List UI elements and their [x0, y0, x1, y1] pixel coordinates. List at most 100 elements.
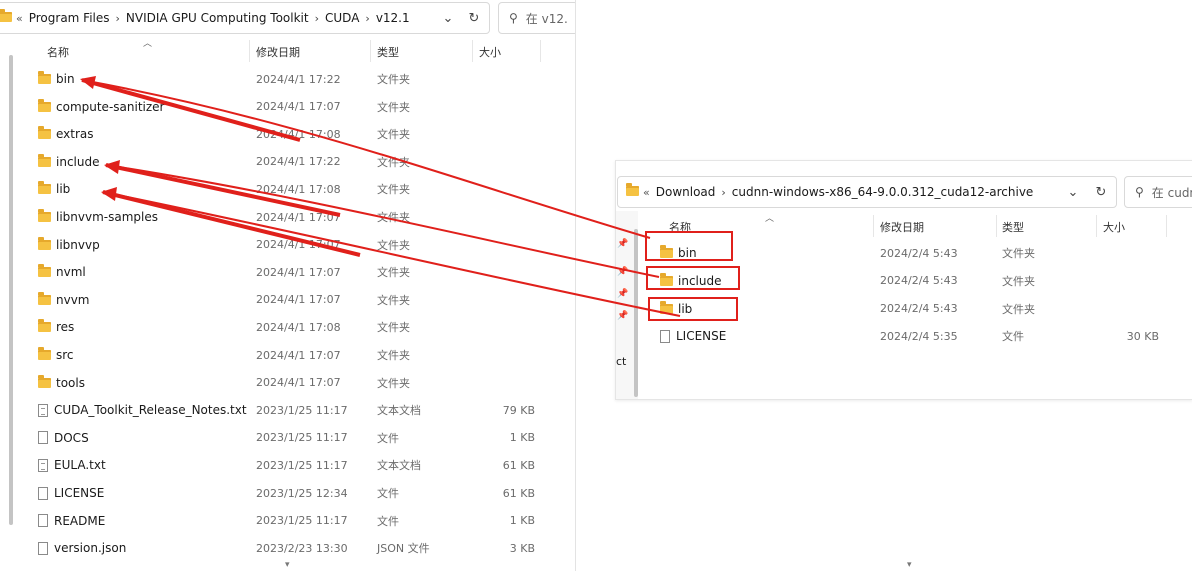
- column-header-type[interactable]: 类型: [1002, 219, 1024, 235]
- file-name-cell[interactable]: tools: [38, 374, 85, 390]
- column-divider[interactable]: [996, 215, 997, 237]
- overflow-chevrons[interactable]: «: [16, 12, 23, 25]
- file-name-cell[interactable]: res: [38, 319, 75, 335]
- chevron-right-icon[interactable]: ›: [365, 12, 369, 25]
- file-size: 1 KB: [509, 514, 535, 528]
- column-header-type[interactable]: 类型: [377, 44, 399, 60]
- column-divider[interactable]: [873, 215, 874, 237]
- file-row-docs[interactable]: DOCS 2023/1/25 11:17 文件 1 KB: [38, 425, 538, 451]
- breadcrumb-v12-1[interactable]: v12.1: [376, 11, 410, 25]
- file-row-bin[interactable]: bin 2024/2/4 5:43 文件夹: [660, 240, 1176, 266]
- file-name-cell[interactable]: src: [38, 347, 74, 362]
- scroll-down-icon[interactable]: ▾: [285, 560, 290, 570]
- column-header-size[interactable]: 大小: [479, 44, 501, 60]
- column-divider[interactable]: [1096, 215, 1097, 237]
- file-name-cell[interactable]: DOCS: [38, 431, 89, 445]
- chevron-right-icon[interactable]: ›: [315, 12, 319, 25]
- file-type: 文件夹: [377, 211, 410, 224]
- column-divider[interactable]: [249, 40, 250, 62]
- folder-icon: [38, 291, 51, 305]
- file-row-include[interactable]: include 2024/4/1 17:22 文件夹: [38, 149, 538, 175]
- file-name-cell[interactable]: compute-sanitizer: [38, 98, 165, 114]
- left-address-bar[interactable]: « Program Files › NVIDIA GPU Computing T…: [0, 2, 490, 34]
- breadcrumb-cuda[interactable]: CUDA: [325, 11, 359, 25]
- file-name-cell[interactable]: nvml: [38, 264, 86, 279]
- file-row-version-json[interactable]: version.json 2023/2/23 13:30 JSON 文件 3 KB: [38, 535, 538, 561]
- file-row-license[interactable]: LICENSE 2024/2/4 5:35 文件 30 KB: [660, 323, 1176, 349]
- file-name-cell[interactable]: nvvm: [38, 291, 90, 307]
- file-row-lib[interactable]: lib 2024/4/1 17:08 文件夹: [38, 176, 538, 202]
- file-name-cell[interactable]: EULA.txt: [38, 458, 106, 472]
- file-name-label: compute-sanitizer: [56, 99, 165, 114]
- file-name-cell[interactable]: include: [38, 153, 99, 169]
- file-name-cell[interactable]: LICENSE: [660, 329, 726, 343]
- file-row-readme[interactable]: README 2023/1/25 11:17 文件 1 KB: [38, 508, 538, 534]
- file-name-cell[interactable]: lib: [38, 181, 70, 196]
- column-divider[interactable]: [370, 40, 371, 62]
- file-name-cell[interactable]: libnvvp: [38, 236, 100, 252]
- chevron-right-icon[interactable]: ›: [116, 12, 120, 25]
- breadcrumb-download[interactable]: Download: [656, 185, 716, 199]
- column-header-name[interactable]: 名称: [47, 44, 69, 60]
- file-type: 文件夹: [377, 293, 410, 307]
- file-row-compute-sanitizer[interactable]: compute-sanitizer 2024/4/1 17:07 文件夹: [38, 94, 538, 120]
- file-name-label: src: [56, 348, 74, 362]
- file-name-label: tools: [56, 375, 85, 390]
- nav-item-fragment[interactable]: ct: [616, 355, 626, 368]
- file-name-cell[interactable]: CUDA_Toolkit_Release_Notes.txt: [38, 403, 247, 417]
- file-row-res[interactable]: res 2024/4/1 17:08 文件夹: [38, 314, 538, 340]
- pin-icon[interactable]: 📌: [617, 239, 628, 249]
- column-header-date[interactable]: 修改日期: [880, 219, 924, 235]
- file-type: 文件夹: [377, 349, 410, 362]
- column-divider[interactable]: [1166, 215, 1167, 237]
- file-row-nvvm[interactable]: nvvm 2024/4/1 17:07 文件夹: [38, 287, 538, 313]
- file-row-nvml[interactable]: nvml 2024/4/1 17:07 文件夹: [38, 259, 538, 285]
- overflow-chevrons[interactable]: «: [643, 186, 650, 199]
- refresh-icon[interactable]: ↻: [1090, 181, 1112, 203]
- file-name-cell[interactable]: extras: [38, 126, 94, 142]
- file-row-extras[interactable]: extras 2024/4/1 17:08 文件夹: [38, 121, 538, 147]
- file-name-cell[interactable]: libnvvm-samples: [38, 209, 158, 224]
- file-row-src[interactable]: src 2024/4/1 17:07 文件夹: [38, 342, 538, 368]
- file-row-tools[interactable]: tools 2024/4/1 17:07 文件夹: [38, 370, 538, 396]
- pin-icon[interactable]: 📌: [617, 289, 628, 299]
- column-divider[interactable]: [472, 40, 473, 62]
- file-name-label: CUDA_Toolkit_Release_Notes.txt: [54, 403, 247, 418]
- file-name-cell[interactable]: bin: [38, 71, 75, 86]
- column-divider[interactable]: [540, 40, 541, 62]
- column-header-date[interactable]: 修改日期: [256, 44, 300, 60]
- file-type: 文件夹: [377, 183, 410, 197]
- file-icon: [38, 486, 48, 500]
- right-search-box[interactable]: ⚲ 在 cudn: [1124, 176, 1192, 208]
- file-row-libnvvm-samples[interactable]: libnvvm-samples 2024/4/1 17:07 文件夹: [38, 204, 538, 230]
- file-name-cell[interactable]: LICENSE: [38, 486, 104, 500]
- file-row-eula-txt[interactable]: EULA.txt 2023/1/25 11:17 文本文档 61 KB: [38, 452, 538, 478]
- breadcrumb-nvidia[interactable]: NVIDIA GPU Computing Toolkit: [126, 11, 309, 25]
- file-row-license[interactable]: LICENSE 2023/1/25 12:34 文件 61 KB: [38, 480, 538, 506]
- left-search-box[interactable]: ⚲ 在 v12.: [498, 2, 575, 34]
- left-scrollbar[interactable]: [9, 55, 13, 525]
- file-row-bin[interactable]: bin 2024/4/1 17:22 文件夹: [38, 66, 538, 92]
- chevron-right-icon[interactable]: ›: [721, 186, 725, 199]
- address-dropdown-icon[interactable]: ⌄: [1062, 181, 1084, 203]
- file-name-label: res: [56, 320, 75, 335]
- address-dropdown-icon[interactable]: ⌄: [437, 7, 459, 29]
- scroll-down-icon[interactable]: ▾: [907, 560, 912, 570]
- file-name-cell[interactable]: version.json: [38, 541, 126, 555]
- column-header-size[interactable]: 大小: [1103, 219, 1125, 235]
- file-row-cuda-toolkit-release-notes-txt[interactable]: CUDA_Toolkit_Release_Notes.txt 2023/1/25 …: [38, 397, 538, 423]
- file-name-cell[interactable]: README: [38, 514, 105, 528]
- file-name-label: extras: [56, 127, 94, 142]
- folder-icon: [0, 9, 12, 25]
- file-row-libnvvp[interactable]: libnvvp 2024/4/1 17:07 文件夹: [38, 232, 538, 258]
- breadcrumb-program-files[interactable]: Program Files: [29, 11, 110, 25]
- pin-icon[interactable]: 📌: [617, 311, 628, 321]
- file-type: 文本文档: [377, 404, 421, 418]
- right-scrollbar[interactable]: [634, 229, 638, 397]
- breadcrumb-cudnn[interactable]: cudnn-windows-x86_64-9.0.0.312_cuda12-ar…: [732, 185, 1034, 199]
- pin-icon[interactable]: 📌: [617, 267, 628, 277]
- refresh-icon[interactable]: ↻: [463, 7, 485, 29]
- folder-icon: [38, 264, 51, 278]
- right-address-bar[interactable]: « Download › cudnn-windows-x86_64-9.0.0.…: [617, 176, 1117, 208]
- file-name-label: LICENSE: [676, 329, 727, 344]
